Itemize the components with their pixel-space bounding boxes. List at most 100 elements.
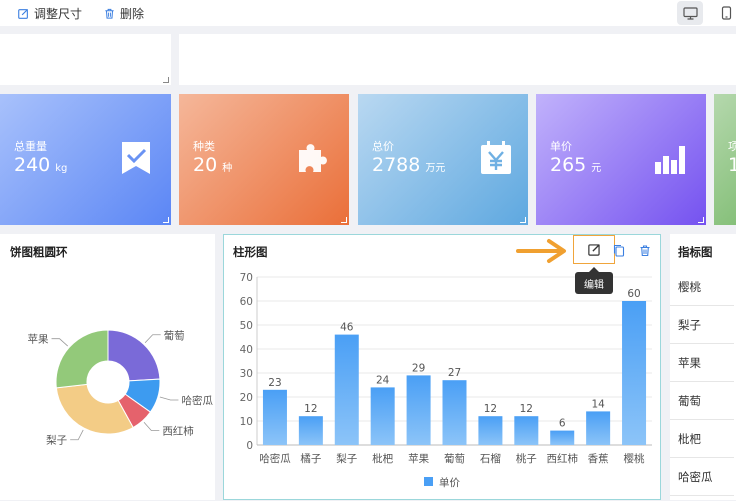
resize-button[interactable]: 调整尺寸 [18, 4, 82, 22]
pie-slice [107, 329, 161, 382]
indicator-item: 梨子 [678, 318, 701, 332]
pie-panel: 饼图粗圆环 葡萄 哈密瓜 西红柿 梨子 苹果 [0, 234, 215, 500]
resize-handle[interactable] [341, 217, 347, 223]
stat-card-partial: 项 1 [714, 94, 736, 225]
pie-leader-line [70, 429, 84, 441]
card-label: 种类 [193, 140, 215, 153]
indicator-item: 葡萄 [678, 394, 701, 408]
bar-value-label: 6 [559, 418, 566, 430]
tooltip-arrow [589, 267, 599, 272]
bar [262, 389, 287, 445]
divider [670, 343, 734, 344]
bar [550, 430, 575, 445]
desktop-view-button[interactable] [677, 1, 703, 25]
x-tick-label: 哈密瓜 [259, 452, 291, 465]
bar-value-label: 23 [268, 377, 281, 389]
x-tick-label: 桃子 [516, 452, 537, 465]
top-panel-right [179, 34, 736, 85]
y-tick-label: 0 [246, 440, 253, 452]
edit-button[interactable] [573, 235, 615, 264]
delete-label: 删除 [120, 6, 145, 21]
resize-label: 调整尺寸 [34, 6, 83, 21]
x-tick-label: 苹果 [408, 452, 429, 465]
bar [334, 334, 359, 445]
pie-label: 哈密瓜 [181, 394, 213, 407]
copy-button[interactable] [610, 241, 628, 259]
pie-slice [55, 329, 109, 389]
card-label: 项 [728, 140, 736, 153]
card-unit: 万元 [425, 163, 446, 174]
x-tick-label: 西红柿 [546, 452, 578, 465]
card-unit: 种 [222, 163, 233, 174]
toolbar: 调整尺寸 删除 [0, 0, 736, 26]
pie-label: 苹果 [28, 333, 49, 346]
stat-card-types: 种类 20 种 [179, 94, 349, 225]
arrow-annotation-icon [516, 239, 566, 263]
bar-value-label: 12 [484, 403, 497, 415]
bar [406, 375, 431, 445]
delete-chart-button[interactable] [636, 241, 654, 259]
card-value: 2788 [372, 154, 421, 176]
pie-leader-line [159, 396, 179, 401]
trash-icon [105, 8, 114, 19]
bar-value-label: 60 [627, 288, 640, 300]
phone-icon [721, 6, 731, 20]
x-tick-label: 樱桃 [624, 452, 646, 465]
bar [298, 416, 323, 445]
stat-card-total-price: 总价 2788 万元 [358, 94, 528, 225]
resize-handle[interactable] [520, 217, 526, 223]
bar [514, 416, 539, 445]
delete-button[interactable]: 删除 [104, 4, 144, 22]
bar [442, 380, 467, 445]
pie-label: 西红柿 [162, 424, 194, 437]
divider [670, 381, 734, 382]
legend-label: 单价 [439, 477, 460, 489]
y-tick-label: 40 [240, 344, 253, 356]
bar-value-label: 29 [412, 362, 425, 374]
edit-icon [587, 244, 600, 256]
puzzle-icon [299, 144, 327, 172]
bar-value-label: 12 [304, 403, 317, 415]
trash-icon [640, 244, 650, 256]
y-tick-label: 70 [240, 272, 253, 284]
yen-icon [481, 141, 511, 174]
x-tick-label: 石榴 [480, 452, 501, 465]
pie-slice [55, 383, 134, 435]
divider [670, 419, 734, 420]
resize-handle[interactable] [163, 217, 169, 223]
y-tick-label: 50 [240, 320, 253, 332]
card-value: 265 [550, 154, 587, 176]
bar-value-label: 46 [340, 322, 354, 334]
edit-tooltip: 编辑 [575, 272, 613, 294]
bar [478, 416, 503, 445]
card-label: 总价 [372, 140, 394, 153]
bar-value-label: 14 [591, 398, 605, 410]
x-tick-label: 枇杷 [372, 452, 393, 465]
mobile-view-button[interactable] [713, 1, 736, 25]
indicator-item: 苹果 [678, 356, 701, 370]
card-value: 20 [193, 154, 218, 176]
x-tick-label: 葡萄 [444, 452, 465, 465]
indicator-panel: 指标图 樱桃 梨子 苹果 葡萄 枇杷 哈密瓜 [670, 234, 736, 500]
stat-card-weight: 总重量 240 kg [0, 94, 171, 225]
y-tick-label: 60 [240, 296, 253, 308]
x-tick-label: 橘子 [300, 453, 321, 465]
divider [670, 305, 734, 306]
card-value: 1 [728, 154, 736, 176]
monitor-icon [682, 6, 698, 20]
legend-swatch [424, 477, 433, 486]
card-value: 240 [14, 154, 51, 176]
bar-value-label: 24 [376, 374, 390, 386]
resize-handle[interactable] [163, 77, 169, 83]
x-tick-label: 香蕉 [588, 453, 609, 465]
pie-label: 葡萄 [164, 329, 185, 342]
copy-icon [613, 244, 625, 257]
indicator-item: 枇杷 [678, 432, 701, 446]
bar-value-label: 12 [520, 403, 533, 415]
stat-card-unit-price: 单价 265 元 [536, 94, 706, 225]
indicator-item: 樱桃 [678, 280, 701, 294]
card-label: 总重量 [14, 140, 47, 153]
pie-chart: 葡萄哈密瓜西红柿梨子 苹果 [28, 329, 214, 447]
indicator-panel-title: 指标图 [678, 245, 713, 259]
resize-handle[interactable] [698, 217, 704, 223]
